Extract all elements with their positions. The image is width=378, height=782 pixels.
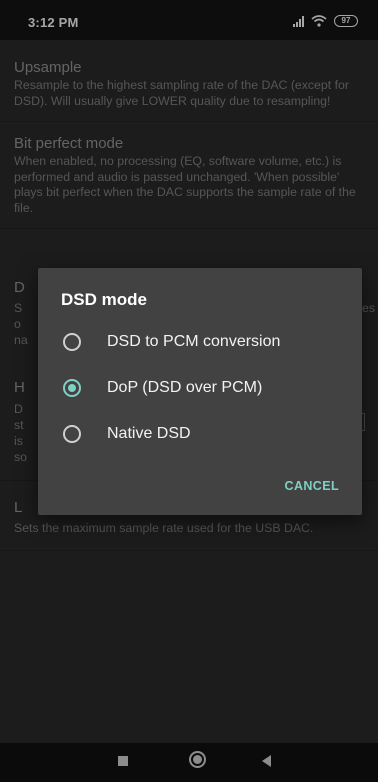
option-dop[interactable]: DoP (DSD over PCM) xyxy=(38,368,362,408)
option-label: DoP (DSD over PCM) xyxy=(107,379,263,396)
cancel-button[interactable]: CANCEL xyxy=(285,479,339,493)
screen: 3:12 PM 97 Upsample Resample to the high… xyxy=(0,0,378,782)
option-native-dsd[interactable]: Native DSD xyxy=(38,414,362,454)
radio-unchecked-icon[interactable] xyxy=(63,425,81,443)
radio-checked-icon[interactable] xyxy=(63,379,81,397)
radio-unchecked-icon[interactable] xyxy=(63,333,81,351)
option-dsd-to-pcm[interactable]: DSD to PCM conversion xyxy=(38,322,362,362)
option-label: DSD to PCM conversion xyxy=(107,333,281,350)
dsd-mode-dialog: DSD mode DSD to PCM conversion DoP (DSD … xyxy=(38,268,362,515)
dialog-title: DSD mode xyxy=(61,290,147,309)
option-label: Native DSD xyxy=(107,425,191,442)
